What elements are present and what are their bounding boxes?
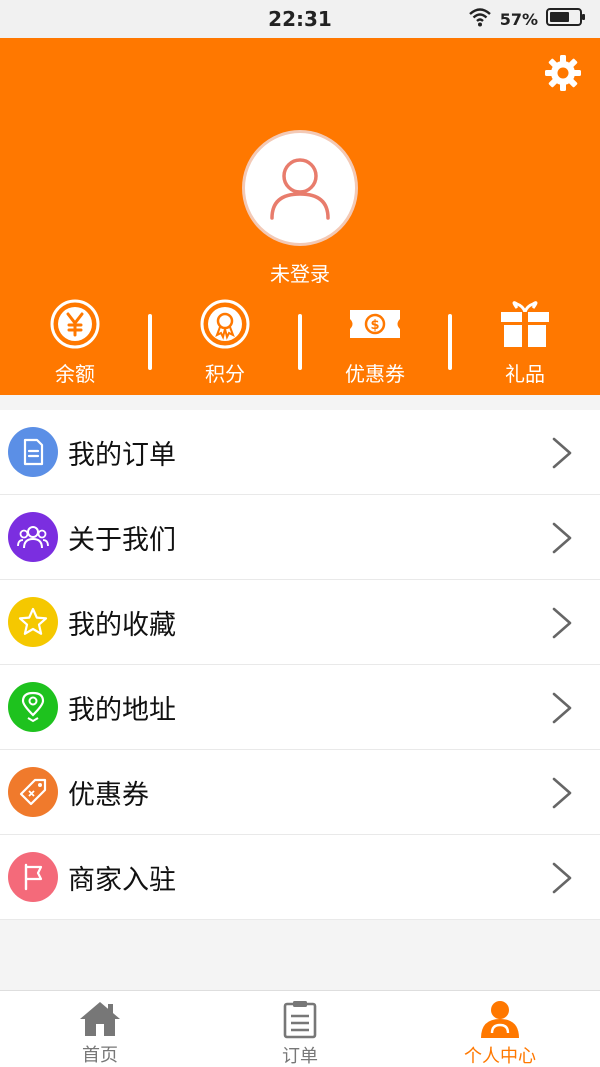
stat-gifts[interactable]: 礼品 xyxy=(450,296,600,388)
login-status[interactable]: 未登录 xyxy=(0,258,600,287)
tab-home[interactable]: 首页 xyxy=(0,991,200,1067)
menu-item-about-us[interactable]: 关于我们 xyxy=(0,495,600,580)
svg-text:$: $ xyxy=(370,318,379,333)
menu-item-coupons[interactable]: 优惠券 xyxy=(0,750,600,835)
wifi-icon xyxy=(468,7,492,31)
coupon-tag-icon xyxy=(8,767,58,817)
ticket-icon: $ xyxy=(347,296,403,352)
tab-label: 首页 xyxy=(82,1045,118,1066)
tab-label: 个人中心 xyxy=(464,1046,536,1067)
document-icon xyxy=(8,427,58,477)
tab-orders[interactable]: 订单 xyxy=(200,991,400,1067)
chevron-right-icon xyxy=(552,862,572,894)
home-icon xyxy=(78,999,122,1038)
menu-label: 我的地址 xyxy=(68,694,176,726)
yen-coin-icon xyxy=(47,296,103,352)
chevron-right-icon xyxy=(552,777,572,809)
menu-item-my-orders[interactable]: 我的订单 xyxy=(0,410,600,495)
tab-profile[interactable]: 个人中心 xyxy=(400,991,600,1067)
flag-icon xyxy=(8,852,58,902)
stat-label: 积分 xyxy=(205,362,245,386)
menu-list: 我的订单 关于我们 我的收藏 我的地址 优惠券 商家入驻 xyxy=(0,410,600,920)
account-stats: 余额 积分 $ 优惠券 礼品 xyxy=(0,296,600,388)
chevron-right-icon xyxy=(552,522,572,554)
chevron-right-icon xyxy=(552,607,572,639)
gear-icon xyxy=(544,55,582,96)
bottom-tab-bar: 首页 订单 个人中心 xyxy=(0,990,600,1067)
status-bar: 22:31 57% xyxy=(0,0,600,38)
stat-points[interactable]: 积分 xyxy=(150,296,302,388)
avatar[interactable] xyxy=(242,130,358,246)
menu-label: 优惠券 xyxy=(68,779,149,811)
menu-item-my-address[interactable]: 我的地址 xyxy=(0,665,600,750)
group-icon xyxy=(8,512,58,562)
clipboard-icon xyxy=(278,999,322,1039)
chevron-right-icon xyxy=(552,692,572,724)
stat-label: 优惠券 xyxy=(345,362,405,386)
star-icon xyxy=(8,597,58,647)
stat-balance[interactable]: 余额 xyxy=(0,296,152,388)
status-indicators: 57% xyxy=(468,8,586,30)
location-icon xyxy=(8,682,58,732)
tab-label: 订单 xyxy=(282,1046,318,1067)
profile-header: 未登录 余额 积分 $ 优惠券 礼品 xyxy=(0,38,600,395)
stat-coupons[interactable]: $ 优惠券 xyxy=(300,296,452,388)
menu-label: 我的订单 xyxy=(68,439,176,471)
stat-label: 余额 xyxy=(55,362,95,386)
stat-label: 礼品 xyxy=(505,362,545,386)
menu-item-merchant-join[interactable]: 商家入驻 xyxy=(0,835,600,920)
chevron-right-icon xyxy=(552,437,572,469)
menu-label: 关于我们 xyxy=(68,524,176,556)
medal-icon xyxy=(197,296,253,352)
user-icon xyxy=(260,146,340,230)
battery-percentage: 57% xyxy=(499,9,538,29)
battery-icon xyxy=(546,7,586,31)
gift-icon xyxy=(497,296,553,352)
settings-button[interactable] xyxy=(544,54,582,92)
profile-icon xyxy=(478,999,522,1039)
menu-label: 商家入驻 xyxy=(68,864,176,896)
menu-item-favorites[interactable]: 我的收藏 xyxy=(0,580,600,665)
menu-label: 我的收藏 xyxy=(68,609,176,641)
